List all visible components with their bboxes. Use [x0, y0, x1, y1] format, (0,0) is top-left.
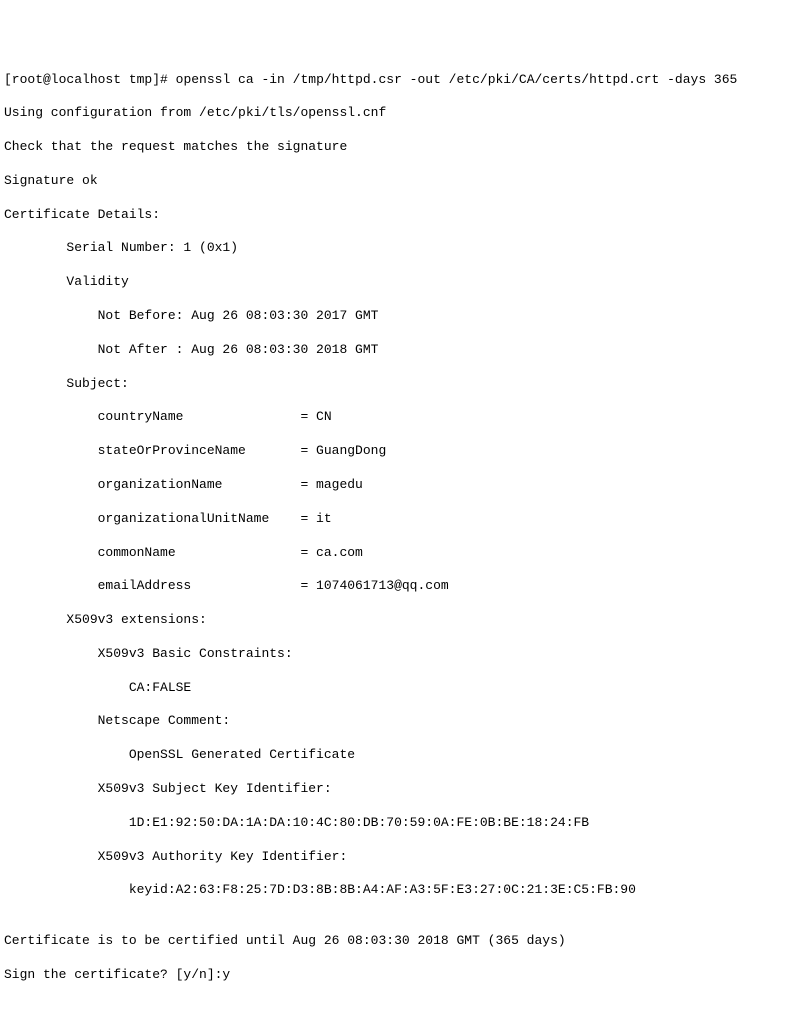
command-text: openssl ca -in /tmp/httpd.csr -out /etc/… [176, 72, 738, 87]
prompt-sign-cert[interactable]: Sign the certificate? [y/n]:y [4, 967, 803, 984]
output-org: organizationName = magedu [4, 477, 803, 494]
output-config: Using configuration from /etc/pki/tls/op… [4, 105, 803, 122]
output-country: countryName = CN [4, 409, 803, 426]
output-subject: Subject: [4, 376, 803, 393]
terminal-line-command: [root@localhost tmp]# openssl ca -in /tm… [4, 72, 803, 89]
output-serial: Serial Number: 1 (0x1) [4, 240, 803, 257]
output-authority-key-val: keyid:A2:63:F8:25:7D:D3:8B:8B:A4:AF:A3:5… [4, 882, 803, 899]
output-email: emailAddress = 1074061713@qq.com [4, 578, 803, 595]
output-cert-until: Certificate is to be certified until Aug… [4, 933, 803, 950]
output-authority-key: X509v3 Authority Key Identifier: [4, 849, 803, 866]
output-not-after: Not After : Aug 26 08:03:30 2018 GMT [4, 342, 803, 359]
output-subject-key-val: 1D:E1:92:50:DA:1A:DA:10:4C:80:DB:70:59:0… [4, 815, 803, 832]
output-check: Check that the request matches the signa… [4, 139, 803, 156]
output-cafalse: CA:FALSE [4, 680, 803, 697]
shell-prompt: [root@localhost tmp]# [4, 72, 176, 87]
output-orgunit: organizationalUnitName = it [4, 511, 803, 528]
output-cert-details: Certificate Details: [4, 207, 803, 224]
output-not-before: Not Before: Aug 26 08:03:30 2017 GMT [4, 308, 803, 325]
output-validity: Validity [4, 274, 803, 291]
output-signature: Signature ok [4, 173, 803, 190]
output-netscape: Netscape Comment: [4, 713, 803, 730]
output-state: stateOrProvinceName = GuangDong [4, 443, 803, 460]
output-x509ext: X509v3 extensions: [4, 612, 803, 629]
output-openssl-gen: OpenSSL Generated Certificate [4, 747, 803, 764]
output-basic-constraints: X509v3 Basic Constraints: [4, 646, 803, 663]
output-common-name: commonName = ca.com [4, 545, 803, 562]
output-subject-key: X509v3 Subject Key Identifier: [4, 781, 803, 798]
